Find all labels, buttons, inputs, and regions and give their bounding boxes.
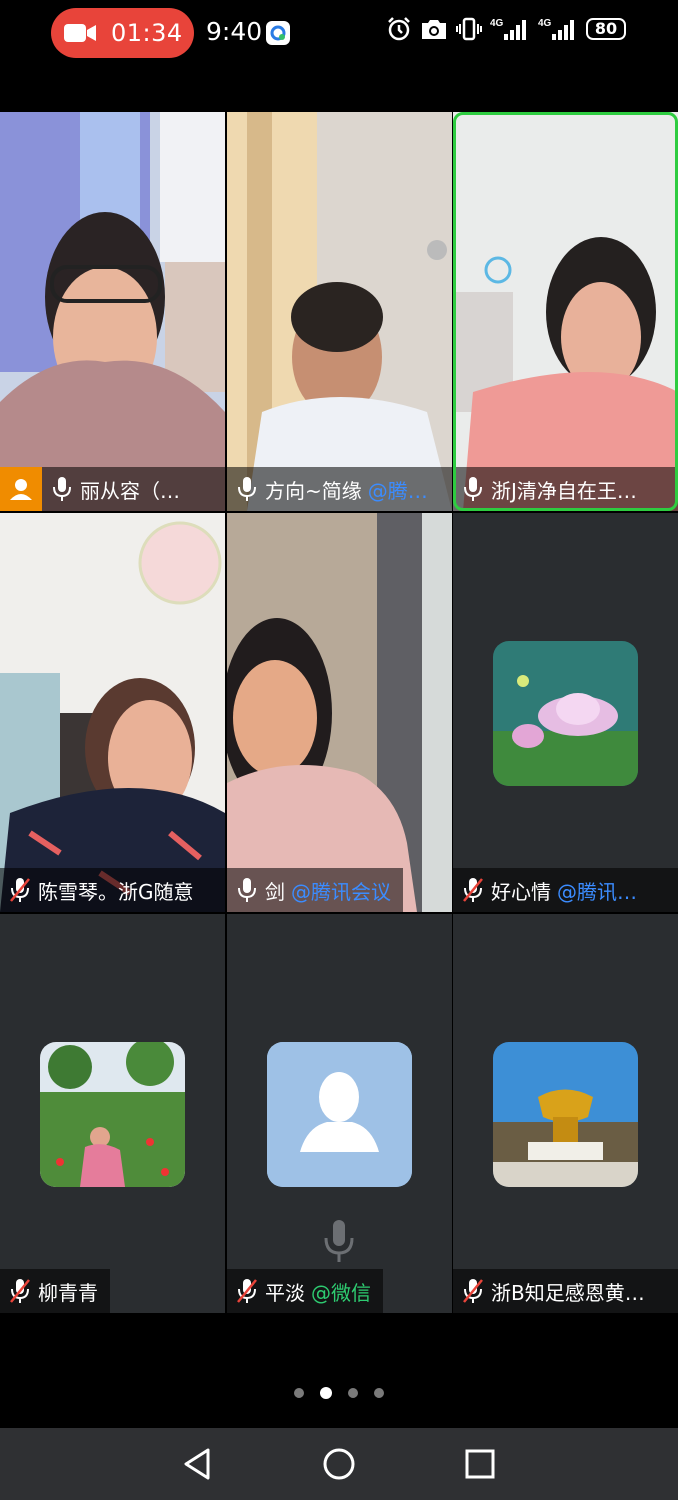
participant-video xyxy=(0,513,225,912)
status-icons: 4G 4G 80 xyxy=(386,16,626,42)
participant-avatar xyxy=(267,1042,412,1187)
recents-icon[interactable] xyxy=(462,1446,498,1482)
home-icon[interactable] xyxy=(321,1446,357,1482)
microphone-icon xyxy=(324,1220,354,1262)
participant-source: @微信 xyxy=(311,1280,371,1305)
participant-tile[interactable]: 平淡 @微信 xyxy=(227,914,452,1313)
page-dot[interactable] xyxy=(348,1388,358,1398)
participant-source: @腾讯会议 xyxy=(291,879,391,904)
battery-level: 80 xyxy=(594,19,618,38)
meeting-app-icon xyxy=(266,21,290,45)
participant-tile-active[interactable]: 浙J清净自在王… xyxy=(453,112,678,511)
participant-label: 浙B知足感恩黄… xyxy=(453,1269,678,1313)
participant-name: 丽从容（… xyxy=(80,478,180,503)
microphone-icon xyxy=(238,878,256,902)
participant-tile[interactable]: 浙B知足感恩黄… xyxy=(453,914,678,1313)
participant-name: 浙J清净自在王… xyxy=(491,478,637,503)
participant-label: 陈雪琴。浙G随意 xyxy=(0,868,225,912)
participant-avatar xyxy=(493,641,638,786)
participant-tile[interactable]: 好心情 @腾讯… xyxy=(453,513,678,912)
camera-icon xyxy=(422,20,446,39)
recording-timer: 01:34 xyxy=(111,19,183,47)
participant-name: 平淡 xyxy=(265,1280,305,1305)
participant-video xyxy=(0,112,225,511)
participant-name: 好心情 xyxy=(491,879,551,904)
participant-name: 剑 xyxy=(265,879,285,904)
participant-label: 浙J清净自在王… xyxy=(453,467,678,511)
back-icon[interactable] xyxy=(180,1446,216,1482)
participant-source: @腾讯… xyxy=(557,879,637,904)
participant-video xyxy=(227,513,452,912)
participant-name: 陈雪琴。浙G随意 xyxy=(38,879,194,904)
recording-indicator[interactable]: 01:34 xyxy=(51,8,194,58)
page-dot[interactable] xyxy=(294,1388,304,1398)
svg-text:4G: 4G xyxy=(490,18,504,29)
microphone-muted-icon xyxy=(463,1279,483,1303)
participant-label: 丽从容（… xyxy=(0,467,225,511)
participant-name: 浙B知足感恩黄… xyxy=(491,1280,645,1305)
system-navigation-bar xyxy=(0,1428,678,1500)
flower-avatar-image xyxy=(493,641,638,786)
user-icon xyxy=(10,479,32,500)
signal-4g-icon: 4G xyxy=(490,18,526,40)
participant-tile[interactable]: 柳青青 xyxy=(0,914,225,1313)
signal-4g-icon: 4G xyxy=(538,18,574,40)
microphone-icon xyxy=(238,477,256,501)
participant-tile[interactable]: 剑 @腾讯会议 xyxy=(227,513,452,912)
participant-name: 方向~简缘 xyxy=(265,478,362,503)
vibrate-icon xyxy=(456,17,482,41)
default-user-icon xyxy=(267,1042,412,1187)
participant-source: @腾… xyxy=(367,478,428,503)
participant-label: 平淡 @微信 xyxy=(227,1269,383,1313)
garden-avatar-image xyxy=(40,1042,185,1187)
participant-tile[interactable]: 陈雪琴。浙G随意 xyxy=(0,513,225,912)
video-grid: 丽从容（… 方向~简缘 @腾… 浙J清净自在王… 陈雪琴。浙G随意 剑 @腾讯会… xyxy=(0,112,678,1313)
svg-text:4G: 4G xyxy=(538,18,552,29)
participant-label: 方向~简缘 @腾… xyxy=(227,467,452,511)
alarm-icon xyxy=(388,17,410,41)
participant-video xyxy=(453,112,678,511)
host-badge xyxy=(0,467,42,511)
golden-monument-avatar-image xyxy=(493,1042,638,1187)
participant-video xyxy=(227,112,452,511)
video-camera-icon xyxy=(64,24,96,42)
page-dot[interactable] xyxy=(374,1388,384,1398)
microphone-icon xyxy=(53,477,71,501)
microphone-muted-icon xyxy=(463,878,483,902)
participant-avatar xyxy=(493,1042,638,1187)
microphone-icon xyxy=(464,477,482,501)
page-indicator[interactable] xyxy=(294,1387,384,1399)
microphone-muted-icon xyxy=(237,1279,257,1303)
participant-avatar xyxy=(40,1042,185,1187)
battery-icon: 80 xyxy=(586,18,626,40)
participant-tile[interactable]: 丽从容（… xyxy=(0,112,225,511)
page-dot-active[interactable] xyxy=(320,1387,332,1399)
participant-label: 剑 @腾讯会议 xyxy=(227,868,403,912)
participant-label: 柳青青 xyxy=(0,1269,110,1313)
participant-label: 好心情 @腾讯… xyxy=(453,868,678,912)
microphone-muted-icon xyxy=(10,878,30,902)
participant-name: 柳青青 xyxy=(38,1280,98,1305)
microphone-muted-icon xyxy=(10,1279,30,1303)
participant-tile[interactable]: 方向~简缘 @腾… xyxy=(227,112,452,511)
status-bar: 01:34 9:40 4G 4G 80 xyxy=(0,0,678,70)
clock: 9:40 xyxy=(206,17,263,46)
